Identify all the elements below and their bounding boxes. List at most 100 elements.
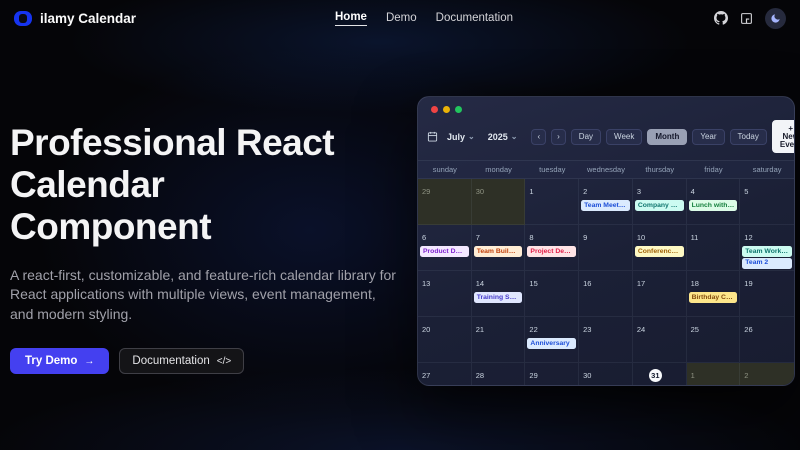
calendar-day-cell[interactable]: 29 [418,179,472,225]
calendar-event[interactable]: Anniversary [527,338,576,349]
calendar-day-cell[interactable]: 9 [579,225,633,271]
view-week-button[interactable]: Week [606,129,642,145]
calendar-day-cell[interactable]: 6Product Demo [418,225,472,271]
calendar-day-cell[interactable]: 31 [633,363,687,386]
documentation-label: Documentation [132,355,209,367]
calendar-event[interactable]: Team 2 [742,258,792,269]
day-number: 5 [744,187,748,196]
calendar-day-cell[interactable]: 7Team Building [472,225,526,271]
calendar-day-cell[interactable]: 30 [472,179,526,225]
nav-link-demo[interactable]: Demo [386,12,417,24]
calendar-event[interactable]: Training Session [474,292,523,303]
nav-link-home[interactable]: Home [335,11,367,26]
calendar-event[interactable]: Team Workshop [742,246,792,257]
day-number: 4 [691,187,695,196]
day-number: 16 [583,279,591,288]
calendar-event[interactable]: Team Building [474,246,523,257]
dow-friday: friday [687,161,741,178]
calendar-day-cell[interactable]: 17 [633,271,687,317]
prev-button[interactable]: ‹ [531,129,546,145]
main-nav: Home Demo Documentation [335,11,513,26]
cta-row: Try Demo → Documentation </> [10,348,415,374]
calendar-day-cell[interactable]: 11 [687,225,741,271]
calendar-day-cell[interactable]: 23 [579,317,633,363]
day-number: 10 [637,233,645,242]
hero-subtitle: A react-first, customizable, and feature… [10,266,402,326]
calendar-event[interactable]: Company Holiday [635,200,684,211]
today-button[interactable]: Today [730,129,767,145]
ilamy-logo-icon [14,11,32,26]
day-number: 17 [637,279,645,288]
day-number: 23 [583,325,591,334]
calendar-day-cell[interactable]: 1 [525,179,579,225]
calendar-day-cell[interactable]: 4 Lunch with Client [687,179,741,225]
calendar-day-cell[interactable]: 20 [418,317,472,363]
new-event-button[interactable]: + New Event [772,120,795,153]
calendar-day-cell[interactable]: 21 [472,317,526,363]
calendar-event[interactable]: Conference Call [635,246,684,257]
calendar-day-cell[interactable]: 24 [633,317,687,363]
year-select-value: 2025 [488,132,508,142]
nav-link-documentation[interactable]: Documentation [436,12,513,24]
calendar-toolbar: July ⌄ 2025 ⌄ ‹ › Day Week Month Year To… [418,113,794,153]
close-window-icon[interactable] [431,106,438,113]
hero-section: Professional React Calendar Component A … [10,122,415,374]
calendar-day-cell[interactable]: 13 [418,271,472,317]
npm-icon[interactable] [739,11,754,26]
calendar-day-cell[interactable]: 2Team Meeting [579,179,633,225]
calendar-icon [427,131,438,142]
calendar-day-cell[interactable]: 14Training Session [472,271,526,317]
github-icon[interactable] [713,11,728,26]
dow-monday: monday [472,161,526,178]
day-number: 2 [744,371,748,380]
view-month-button[interactable]: Month [647,129,687,145]
calendar-event[interactable]: Product Demo [420,246,469,257]
view-year-button[interactable]: Year [692,129,724,145]
calendar-day-cell[interactable]: 30 [579,363,633,386]
month-select[interactable]: July ⌄ [443,129,479,145]
day-number: 18 [691,279,699,288]
calendar-day-cell[interactable]: 15 [525,271,579,317]
try-demo-button[interactable]: Try Demo → [10,348,109,374]
dow-tuesday: tuesday [525,161,579,178]
calendar-day-cell[interactable]: 10 Conference Call [633,225,687,271]
view-day-button[interactable]: Day [571,129,601,145]
calendar-event[interactable]: Team Meeting [581,200,630,211]
day-number: 21 [476,325,484,334]
chevron-down-icon: ⌄ [511,132,518,141]
calendar-day-cell[interactable]: 19 [740,271,794,317]
calendar-day-cell[interactable]: 8 Project Deadline [525,225,579,271]
calendar-day-cell[interactable]: 2 [740,363,794,386]
calendar-day-cell[interactable]: 25 [687,317,741,363]
day-number: 8 [529,233,533,242]
calendar-day-cell[interactable]: 1 [687,363,741,386]
calendar-day-cell[interactable]: 18 Birthday Celebration [687,271,741,317]
calendar-day-cell[interactable]: 27 [418,363,472,386]
chevron-left-icon: ‹ [537,132,540,141]
dow-thursday: thursday [633,161,687,178]
day-number: 12 [744,233,752,242]
calendar-event[interactable]: Lunch with Client [689,200,738,211]
documentation-button[interactable]: Documentation </> [119,348,244,374]
navbar: ilamy Calendar Home Demo Documentation [0,0,800,36]
calendar-day-cell[interactable]: 5 [740,179,794,225]
day-number: 3 [637,187,641,196]
calendar-day-cell[interactable]: 29 [525,363,579,386]
day-number: 30 [583,371,591,380]
maximize-window-icon[interactable] [455,106,462,113]
calendar-day-cell[interactable]: 26 [740,317,794,363]
next-button[interactable]: › [551,129,566,145]
calendar-day-cell[interactable]: 3 Company Holiday [633,179,687,225]
brand[interactable]: ilamy Calendar [14,11,136,26]
calendar-event[interactable]: Birthday Celebration [689,292,738,303]
calendar-event[interactable]: Project Deadline [527,246,576,257]
day-number: 26 [744,325,752,334]
year-select[interactable]: 2025 ⌄ [484,129,522,145]
theme-toggle-moon-icon[interactable] [765,8,786,29]
minimize-window-icon[interactable] [443,106,450,113]
code-icon: </> [217,356,231,367]
calendar-day-cell[interactable]: 16 [579,271,633,317]
calendar-day-cell[interactable]: 12Team WorkshopTeam 2Client Feedback Ses… [740,225,794,271]
calendar-day-cell[interactable]: 28 [472,363,526,386]
calendar-day-cell[interactable]: 22Anniversary [525,317,579,363]
